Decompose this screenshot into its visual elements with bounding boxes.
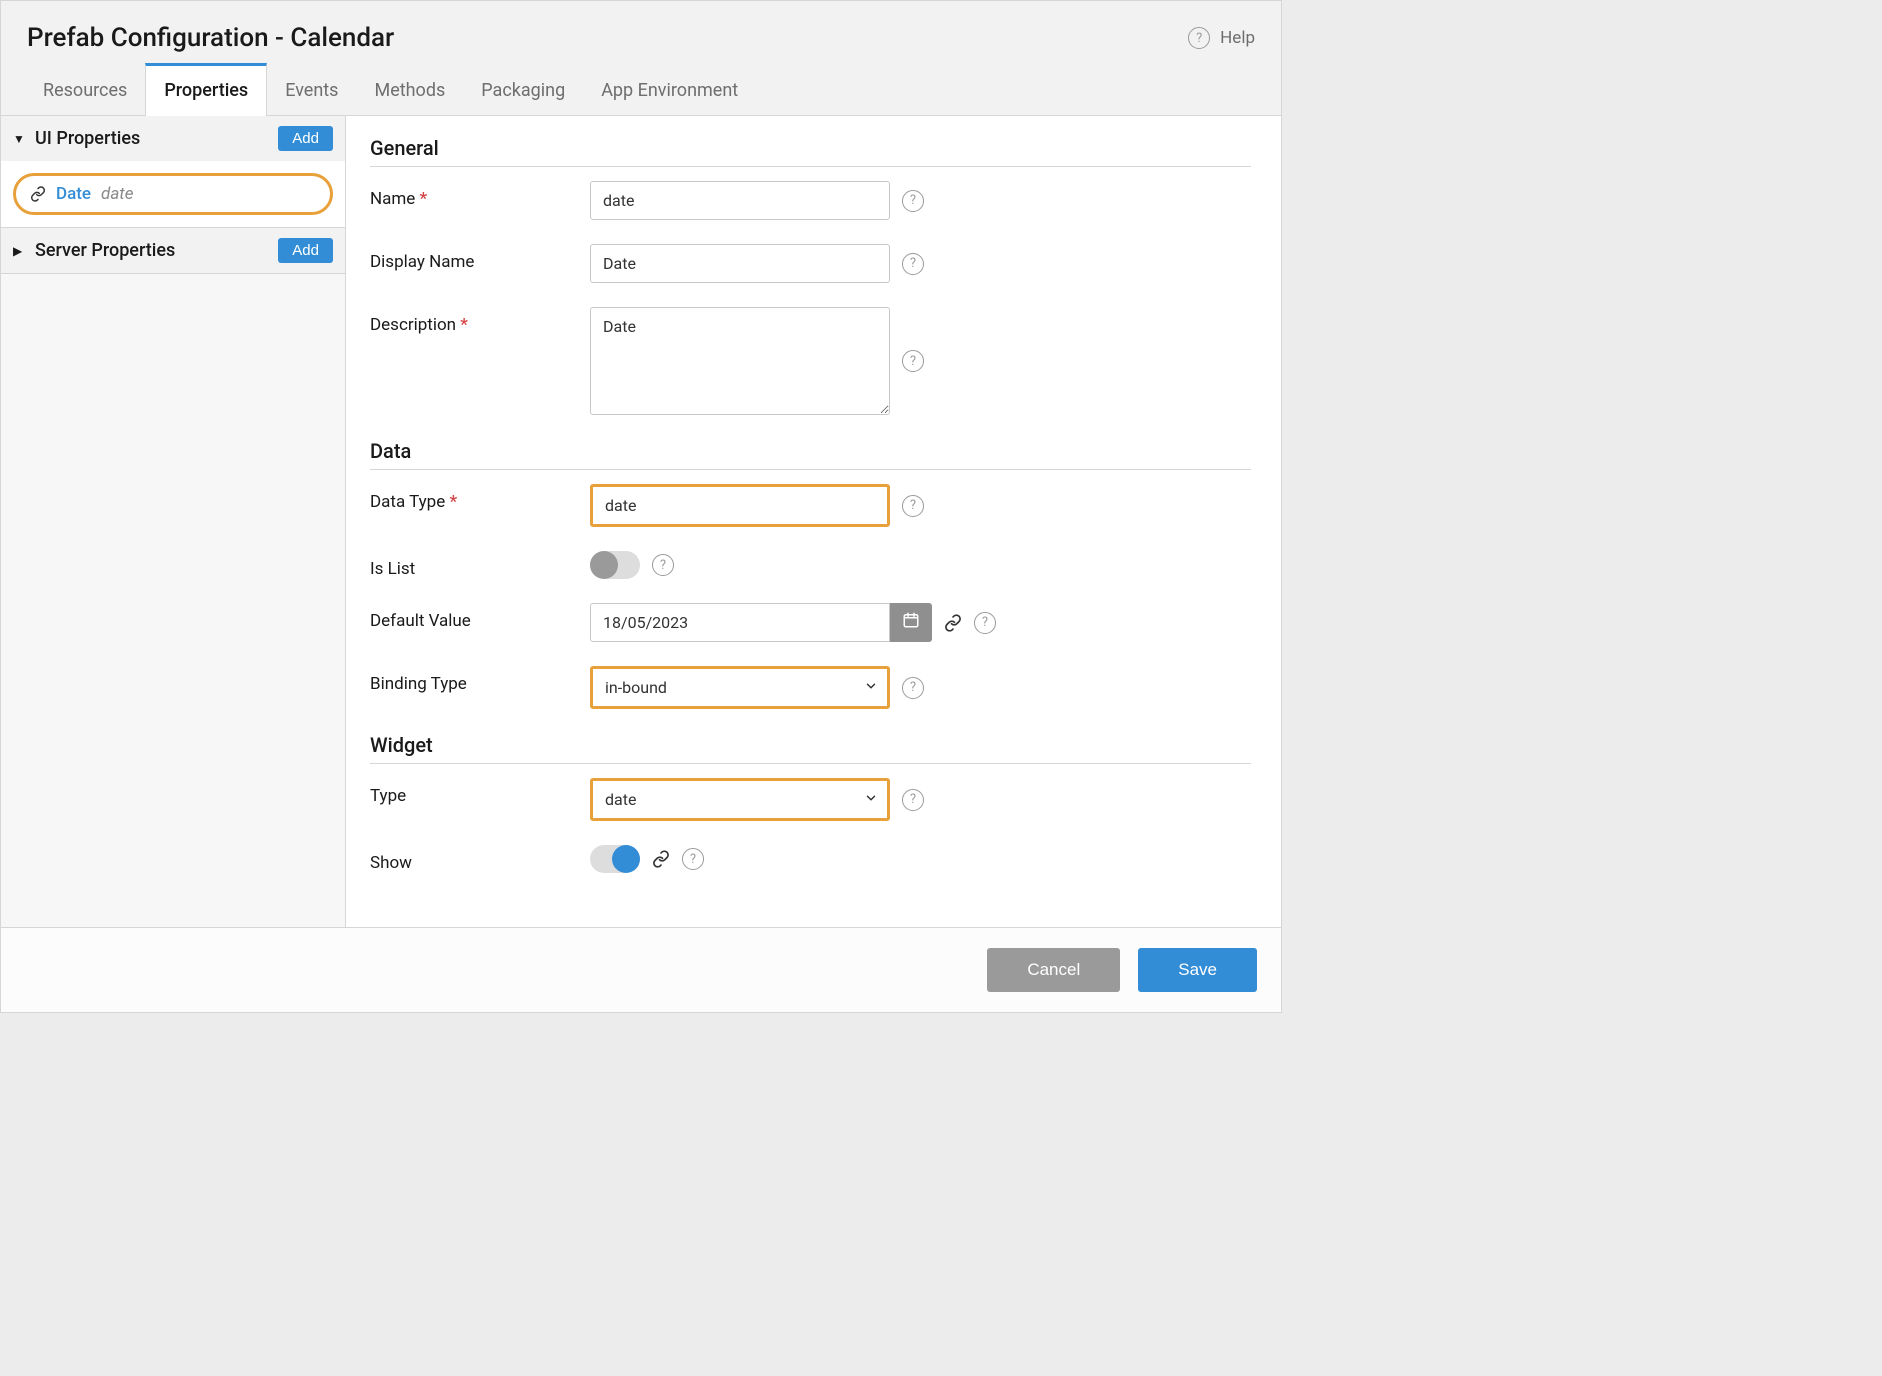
bind-link-icon[interactable] — [652, 850, 670, 868]
bind-link-icon[interactable] — [944, 614, 962, 632]
sidebar-item-date[interactable]: Date date — [13, 173, 333, 215]
label-widget-type: Type — [370, 778, 570, 806]
display-name-input[interactable] — [590, 244, 890, 283]
dialog-footer: Cancel Save — [1, 927, 1281, 1012]
tab-app-environment[interactable]: App Environment — [583, 63, 756, 115]
sidebar-ui-title: UI Properties — [35, 128, 140, 149]
label-show: Show — [370, 845, 570, 873]
binding-type-select[interactable] — [590, 666, 890, 709]
help-icon[interactable]: ? — [652, 554, 674, 576]
sidebar: ▼ UI Properties Add Date date — [1, 116, 346, 927]
add-ui-property-button[interactable]: Add — [278, 126, 333, 151]
help-icon[interactable]: ? — [902, 677, 924, 699]
label-data-type: Data Type — [370, 484, 570, 512]
sidebar-section-server-properties: ▶ Server Properties Add — [1, 228, 345, 274]
widget-type-select[interactable] — [590, 778, 890, 821]
help-label: Help — [1220, 28, 1255, 48]
help-icon[interactable]: ? — [902, 495, 924, 517]
calendar-picker-button[interactable] — [890, 603, 932, 642]
section-general: General — [370, 136, 1251, 167]
link-icon — [30, 186, 46, 202]
save-button[interactable]: Save — [1138, 948, 1257, 992]
sidebar-server-header[interactable]: ▶ Server Properties Add — [1, 228, 345, 273]
tab-packaging[interactable]: Packaging — [463, 63, 583, 115]
section-widget: Widget — [370, 733, 1251, 764]
dialog-title: Prefab Configuration - Calendar — [27, 23, 394, 53]
label-display-name: Display Name — [370, 244, 570, 272]
help-link[interactable]: ? Help — [1188, 27, 1255, 49]
data-type-input[interactable] — [590, 484, 890, 527]
dialog-header: Prefab Configuration - Calendar ? Help — [1, 1, 1281, 63]
section-data: Data — [370, 439, 1251, 470]
sidebar-item-label: Date — [56, 184, 91, 204]
label-default-value: Default Value — [370, 603, 570, 631]
is-list-toggle[interactable] — [590, 551, 640, 579]
help-icon[interactable]: ? — [902, 190, 924, 212]
label-name: Name — [370, 181, 570, 209]
sidebar-item-name: date — [101, 184, 133, 204]
label-description: Description — [370, 307, 570, 335]
help-icon[interactable]: ? — [902, 789, 924, 811]
help-icon[interactable]: ? — [902, 350, 924, 372]
cancel-button[interactable]: Cancel — [987, 948, 1120, 992]
tab-resources[interactable]: Resources — [25, 63, 145, 115]
name-input[interactable] — [590, 181, 890, 220]
sidebar-server-title: Server Properties — [35, 240, 175, 261]
tab-strip: Resources Properties Events Methods Pack… — [1, 63, 1281, 116]
show-toggle[interactable] — [590, 845, 640, 873]
form-panel: General Name ? Display Name ? Descriptio… — [346, 116, 1281, 927]
sidebar-ui-header[interactable]: ▼ UI Properties Add — [1, 116, 345, 161]
help-circle-icon: ? — [1188, 27, 1210, 49]
tab-methods[interactable]: Methods — [356, 63, 463, 115]
label-binding-type: Binding Type — [370, 666, 570, 694]
add-server-property-button[interactable]: Add — [278, 238, 333, 263]
chevron-down-icon: ▼ — [13, 132, 27, 146]
help-icon[interactable]: ? — [974, 612, 996, 634]
default-value-input[interactable] — [590, 603, 890, 642]
dialog-prefab-configuration: Prefab Configuration - Calendar ? Help R… — [0, 0, 1282, 1013]
help-icon[interactable]: ? — [902, 253, 924, 275]
chevron-right-icon: ▶ — [13, 244, 27, 258]
help-icon[interactable]: ? — [682, 848, 704, 870]
calendar-icon — [902, 611, 920, 634]
tab-properties[interactable]: Properties — [145, 63, 267, 116]
sidebar-section-ui-properties: ▼ UI Properties Add Date date — [1, 116, 345, 228]
tab-events[interactable]: Events — [267, 63, 356, 115]
label-is-list: Is List — [370, 551, 570, 579]
description-textarea[interactable] — [590, 307, 890, 415]
